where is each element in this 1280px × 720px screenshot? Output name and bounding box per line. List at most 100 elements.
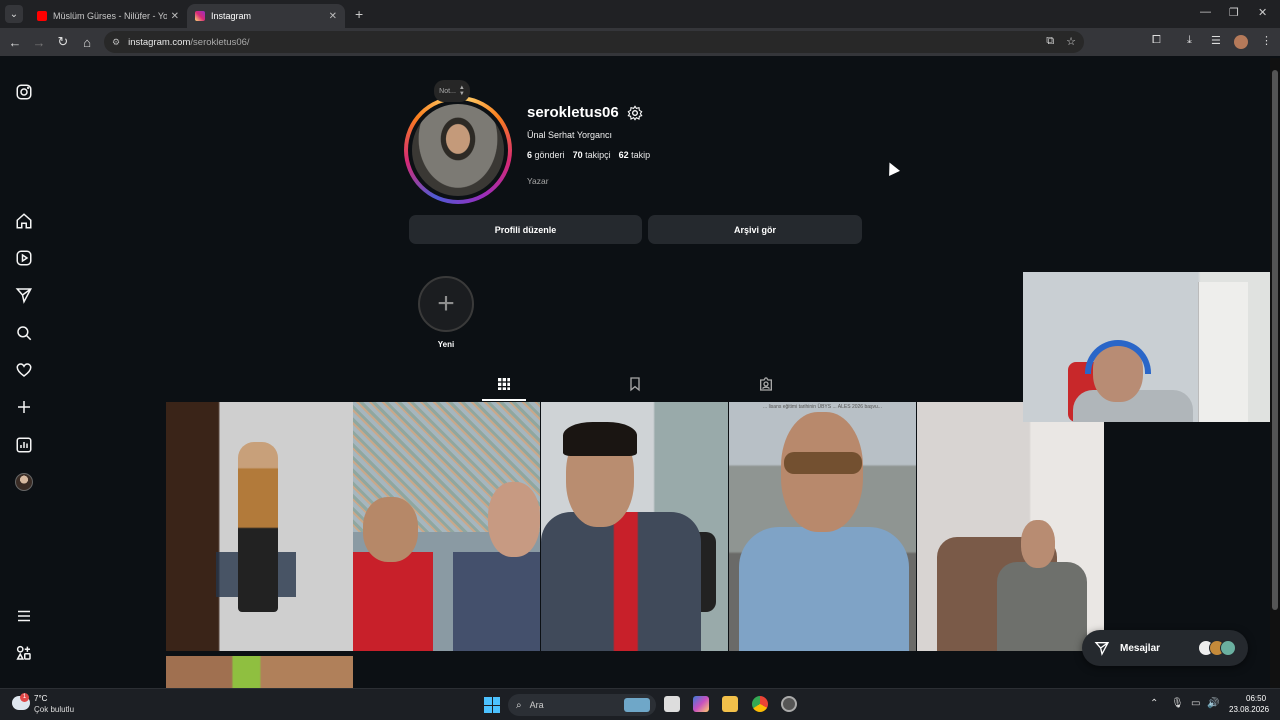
heart-icon[interactable]: [14, 360, 34, 380]
posts-count: 6: [527, 150, 533, 160]
direct-send-icon: [1094, 642, 1110, 656]
browser-profile-avatar[interactable]: [1234, 35, 1248, 49]
app-icon[interactable]: [781, 696, 797, 712]
posts-grid-tab-icon[interactable]: [496, 376, 512, 392]
settings-gear-icon[interactable]: [627, 105, 643, 121]
posts-stat: 6 gönderi: [527, 150, 565, 160]
file-explorer-icon[interactable]: [722, 696, 738, 712]
taskbar-search-label: Ara: [529, 700, 544, 710]
copilot-icon[interactable]: [693, 696, 709, 712]
plus-icon: +: [437, 287, 455, 320]
install-app-icon[interactable]: ⧉: [1046, 35, 1054, 48]
search-icon[interactable]: [14, 323, 34, 343]
windows-taskbar: 1 7°C Çok bulutlu ⌕ Ara ⌃ 🎙 ▭ 🔊 06:50 23…: [0, 688, 1280, 720]
person-body-shape: [739, 527, 909, 651]
followers-stat[interactable]: 70 takipçi: [573, 150, 611, 160]
person-hair-shape: [563, 422, 637, 456]
address-bar[interactable]: ⚙ instagram.com/serokletus06/ ⧉ ☆: [104, 31, 1084, 53]
messages-button[interactable]: Mesajlar: [1082, 630, 1248, 666]
instagram-sidebar: [0, 56, 48, 688]
post-thumbnail[interactable]: [541, 402, 728, 651]
chevron-up-icon[interactable]: ⌃: [1150, 698, 1158, 709]
close-tab-icon[interactable]: ✕: [329, 11, 337, 22]
person-body-shape: [541, 512, 701, 651]
note-label: Not...: [439, 87, 456, 95]
instagram-logo-icon[interactable]: [14, 82, 34, 102]
threads-apps-icon[interactable]: [14, 643, 34, 663]
menu-icon[interactable]: [14, 606, 34, 626]
webcam-overlay: [1023, 272, 1273, 422]
search-icon: ⌕: [516, 699, 522, 711]
view-archive-button[interactable]: Arşivi gör: [648, 215, 862, 244]
person-body-shape: [353, 552, 433, 651]
weather-description[interactable]: Çok bulutlu: [34, 705, 74, 714]
following-stat[interactable]: 62 takip: [619, 150, 651, 160]
active-tab-indicator: [482, 399, 526, 401]
volume-icon[interactable]: 🔊: [1207, 698, 1219, 709]
bookmark-star-icon[interactable]: ☆: [1066, 35, 1076, 48]
headset-shape: [1085, 340, 1151, 374]
reels-icon[interactable]: [14, 248, 34, 268]
following-label: takip: [631, 150, 651, 160]
direct-send-icon[interactable]: [14, 285, 34, 305]
profile-content-tabs: [166, 372, 1104, 402]
home-icon[interactable]: [14, 211, 34, 231]
posts-label: gönderi: [534, 150, 565, 160]
tab-search-chevron-icon[interactable]: ⌄: [5, 5, 23, 23]
forward-icon[interactable]: →: [27, 35, 51, 50]
post-thumbnail[interactable]: [166, 402, 353, 651]
clock-date[interactable]: 23.08.2026: [1229, 705, 1269, 714]
minimize-icon[interactable]: —: [1200, 6, 1211, 18]
post-thumbnail[interactable]: [353, 402, 540, 651]
edit-profile-button[interactable]: Profili düzenle: [409, 215, 642, 244]
profile-category: Yazar: [527, 176, 549, 186]
kebab-menu-icon[interactable]: ⋮: [1261, 34, 1272, 47]
tab-title: Müslüm Gürses - Nilüfer - YouTube: [53, 11, 167, 21]
browser-tab-youtube[interactable]: Müslüm Gürses - Nilüfer - YouTube ✕: [29, 4, 187, 28]
avatar: [1220, 640, 1236, 656]
scrollbar-thumb[interactable]: [1272, 70, 1278, 610]
note-arrows-icon: ▲ ▼: [458, 85, 465, 97]
post-thumbnail[interactable]: [166, 656, 353, 688]
followers-count: 70: [572, 150, 583, 160]
post-thumbnail[interactable]: ... lisans eğitimi tarihinin ÜBYS ... AL…: [729, 402, 916, 651]
note-bubble[interactable]: Not... ▲ ▼: [434, 80, 470, 102]
new-highlight-button[interactable]: +: [418, 276, 474, 332]
post-thumbnail[interactable]: [917, 402, 1104, 651]
saved-tab-icon[interactable]: [627, 376, 643, 392]
profile-avatar[interactable]: [15, 473, 33, 491]
person-shape: [238, 442, 278, 612]
reload-icon[interactable]: ↻: [51, 34, 75, 50]
person-face-shape: [1021, 520, 1055, 568]
task-view-icon[interactable]: [664, 696, 680, 712]
close-tab-icon[interactable]: ✕: [171, 11, 179, 22]
extensions-icon[interactable]: ⧠: [1152, 34, 1161, 47]
create-plus-icon[interactable]: [14, 397, 34, 417]
restore-icon[interactable]: ❐: [1229, 6, 1239, 19]
new-tab-icon[interactable]: +: [355, 6, 363, 22]
message-avatars: [1198, 640, 1236, 656]
browser-tab-instagram[interactable]: Instagram ✕: [187, 4, 345, 28]
home-icon[interactable]: ⌂: [75, 35, 99, 50]
followers-label: takipçi: [585, 150, 611, 160]
insights-icon[interactable]: [14, 435, 34, 455]
taskbar-search[interactable]: ⌕ Ara: [508, 694, 656, 716]
media-controls-icon[interactable]: ☰: [1211, 34, 1221, 47]
close-window-icon[interactable]: ✕: [1258, 6, 1267, 19]
back-icon[interactable]: ←: [3, 35, 27, 50]
profile-picture-frame: [408, 100, 508, 200]
site-info-icon[interactable]: ⚙: [112, 37, 120, 48]
tagged-tab-icon[interactable]: [758, 376, 774, 392]
windows-start-icon[interactable]: [484, 697, 500, 713]
url-text: instagram.com/serokletus06/: [128, 37, 249, 48]
chrome-icon[interactable]: [752, 696, 768, 712]
person-face-shape: [488, 482, 540, 557]
new-highlight-label: Yeni: [437, 340, 455, 349]
weather-temperature[interactable]: 7°C: [34, 694, 47, 703]
clock-time[interactable]: 06:50: [1246, 694, 1266, 703]
profile-picture-story-ring[interactable]: [404, 96, 512, 204]
network-icon[interactable]: ▭: [1191, 698, 1200, 709]
downloads-icon[interactable]: ⤓: [1187, 34, 1192, 47]
microphone-icon[interactable]: 🎙: [1171, 698, 1184, 709]
instagram-favicon-icon: [195, 11, 205, 21]
